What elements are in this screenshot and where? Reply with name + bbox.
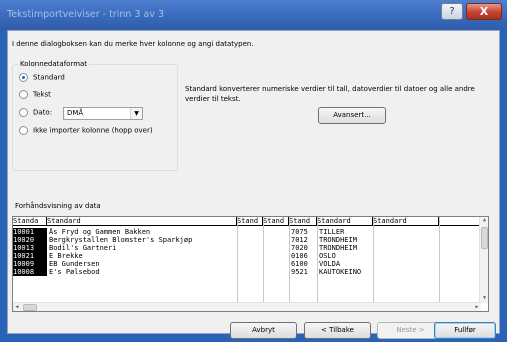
close-button[interactable]: X [466, 3, 502, 20]
horizontal-scrollbar[interactable]: ◀ ▶ [13, 302, 481, 311]
scroll-thumb[interactable] [23, 304, 37, 311]
table-row: 10008 E's Pølsebod 9521 KAUTOKEINO [13, 268, 481, 276]
table-cell: 7020 [291, 244, 308, 252]
radio-skip-indicator[interactable] [19, 126, 28, 135]
radio-date-label: Dato: [33, 108, 53, 117]
table-cell: 10020 [13, 236, 47, 244]
advanced-button[interactable]: Avansert... [318, 107, 386, 124]
scroll-thumb[interactable] [481, 227, 488, 249]
table-row: 10001 Ås Fryd og Gammen Bakken 7075 TILL… [13, 228, 481, 236]
table-cell: 10008 [13, 268, 47, 276]
preview-legend: Forhåndsvisning av data [13, 202, 103, 210]
column-format-legend: Kolonnedataformat [18, 60, 90, 68]
finish-button[interactable]: Fullfør [434, 322, 496, 339]
table-cell: 7075 [291, 228, 308, 236]
radio-standard-label: Standard [33, 73, 65, 82]
preview-col-header[interactable]: Stand [263, 217, 289, 226]
chevron-down-icon[interactable]: ▼ [130, 108, 142, 119]
radio-skip[interactable]: Ikke importer kolonne (hopp over) [19, 126, 153, 138]
table-cell: 10009 [13, 260, 47, 268]
window-title: Tekstimportveiviser - trinn 3 av 3 [7, 9, 165, 20]
title-bar: Tekstimportveiviser - trinn 3 av 3 ? X [0, 0, 507, 30]
table-cell: Bergkrystallen Blomster's Sparkjøp [49, 236, 193, 244]
table-cell: 6100 [291, 260, 308, 268]
preview-col-header[interactable]: Stand [237, 217, 263, 226]
table-row: 10021 E Brekke 0106 OSLO [13, 252, 481, 260]
table-row: 10020 Bergkrystallen Blomster's Sparkjøp… [13, 236, 481, 244]
cancel-button[interactable]: Avbryt [230, 322, 297, 339]
table-cell: EB Gundersen [49, 260, 100, 268]
table-cell: TRONDHEIM [319, 236, 357, 244]
scroll-down-icon[interactable]: ▼ [481, 295, 488, 303]
scroll-right-icon[interactable]: ▶ [473, 303, 481, 311]
radio-text-indicator[interactable] [19, 90, 28, 99]
radio-date[interactable]: Dato: DMÅ ▼ [19, 107, 169, 120]
format-description: Standard konverterer numeriske verdier t… [185, 85, 475, 103]
table-cell: TRONDHEIM [319, 244, 357, 252]
table-cell: KAUTOKEINO [319, 268, 362, 276]
back-button[interactable]: < Tilbake [304, 322, 371, 339]
table-cell: 10001 [13, 228, 47, 236]
radio-date-indicator[interactable] [19, 108, 28, 117]
preview-col-header[interactable]: Stand [289, 217, 317, 226]
radio-standard[interactable]: Standard [19, 73, 65, 85]
table-row: 10013 Bodil's Gartneri 7020 TRONDHEIM [13, 244, 481, 252]
column-format-group: Kolonnedataformat Standard Tekst Dato: D… [12, 60, 178, 171]
dialog-body: I denne dialogboksen kan du merke hver k… [7, 30, 500, 339]
table-cell: 7012 [291, 236, 308, 244]
preview-col-header[interactable]: Standa [13, 217, 47, 226]
preview-col-header[interactable]: Standard [47, 217, 237, 226]
data-preview[interactable]: Standa Standard Stand Stand Stand Standa… [12, 216, 489, 312]
date-format-value: DMÅ [67, 109, 84, 117]
table-cell: 10013 [13, 244, 47, 252]
scroll-left-icon[interactable]: ◀ [13, 303, 21, 311]
help-button[interactable]: ? [441, 3, 463, 20]
preview-col-header[interactable]: Standard [317, 217, 373, 226]
table-cell: Bodil's Gartneri [49, 244, 117, 252]
table-cell: E's Pølsebod [49, 268, 100, 276]
table-cell: 9521 [291, 268, 308, 276]
table-cell: TILLER [319, 228, 345, 236]
radio-skip-label: Ikke importer kolonne (hopp over) [33, 126, 153, 135]
table-cell: OSLO [319, 252, 336, 260]
table-cell: 0106 [291, 252, 308, 260]
radio-standard-indicator[interactable] [19, 73, 28, 82]
date-format-select[interactable]: DMÅ ▼ [63, 107, 143, 120]
table-cell: Ås Fryd og Gammen Bakken [49, 228, 151, 236]
scroll-up-icon[interactable]: ▲ [481, 217, 488, 225]
radio-text[interactable]: Tekst [19, 90, 51, 102]
table-cell: VOLDA [319, 260, 341, 268]
intro-text: I denne dialogboksen kan du merke hver k… [12, 40, 254, 48]
table-cell: 10021 [13, 252, 47, 260]
radio-text-label: Tekst [33, 90, 51, 99]
preview-col-header[interactable]: Standard [373, 217, 439, 226]
table-row: 10009 EB Gundersen 6100 VOLDA [13, 260, 481, 268]
preview-header-row: Standa Standard Stand Stand Stand Standa… [13, 217, 481, 226]
vertical-scrollbar[interactable]: ▲ ▼ [479, 217, 488, 303]
table-cell: E Brekke [49, 252, 83, 260]
